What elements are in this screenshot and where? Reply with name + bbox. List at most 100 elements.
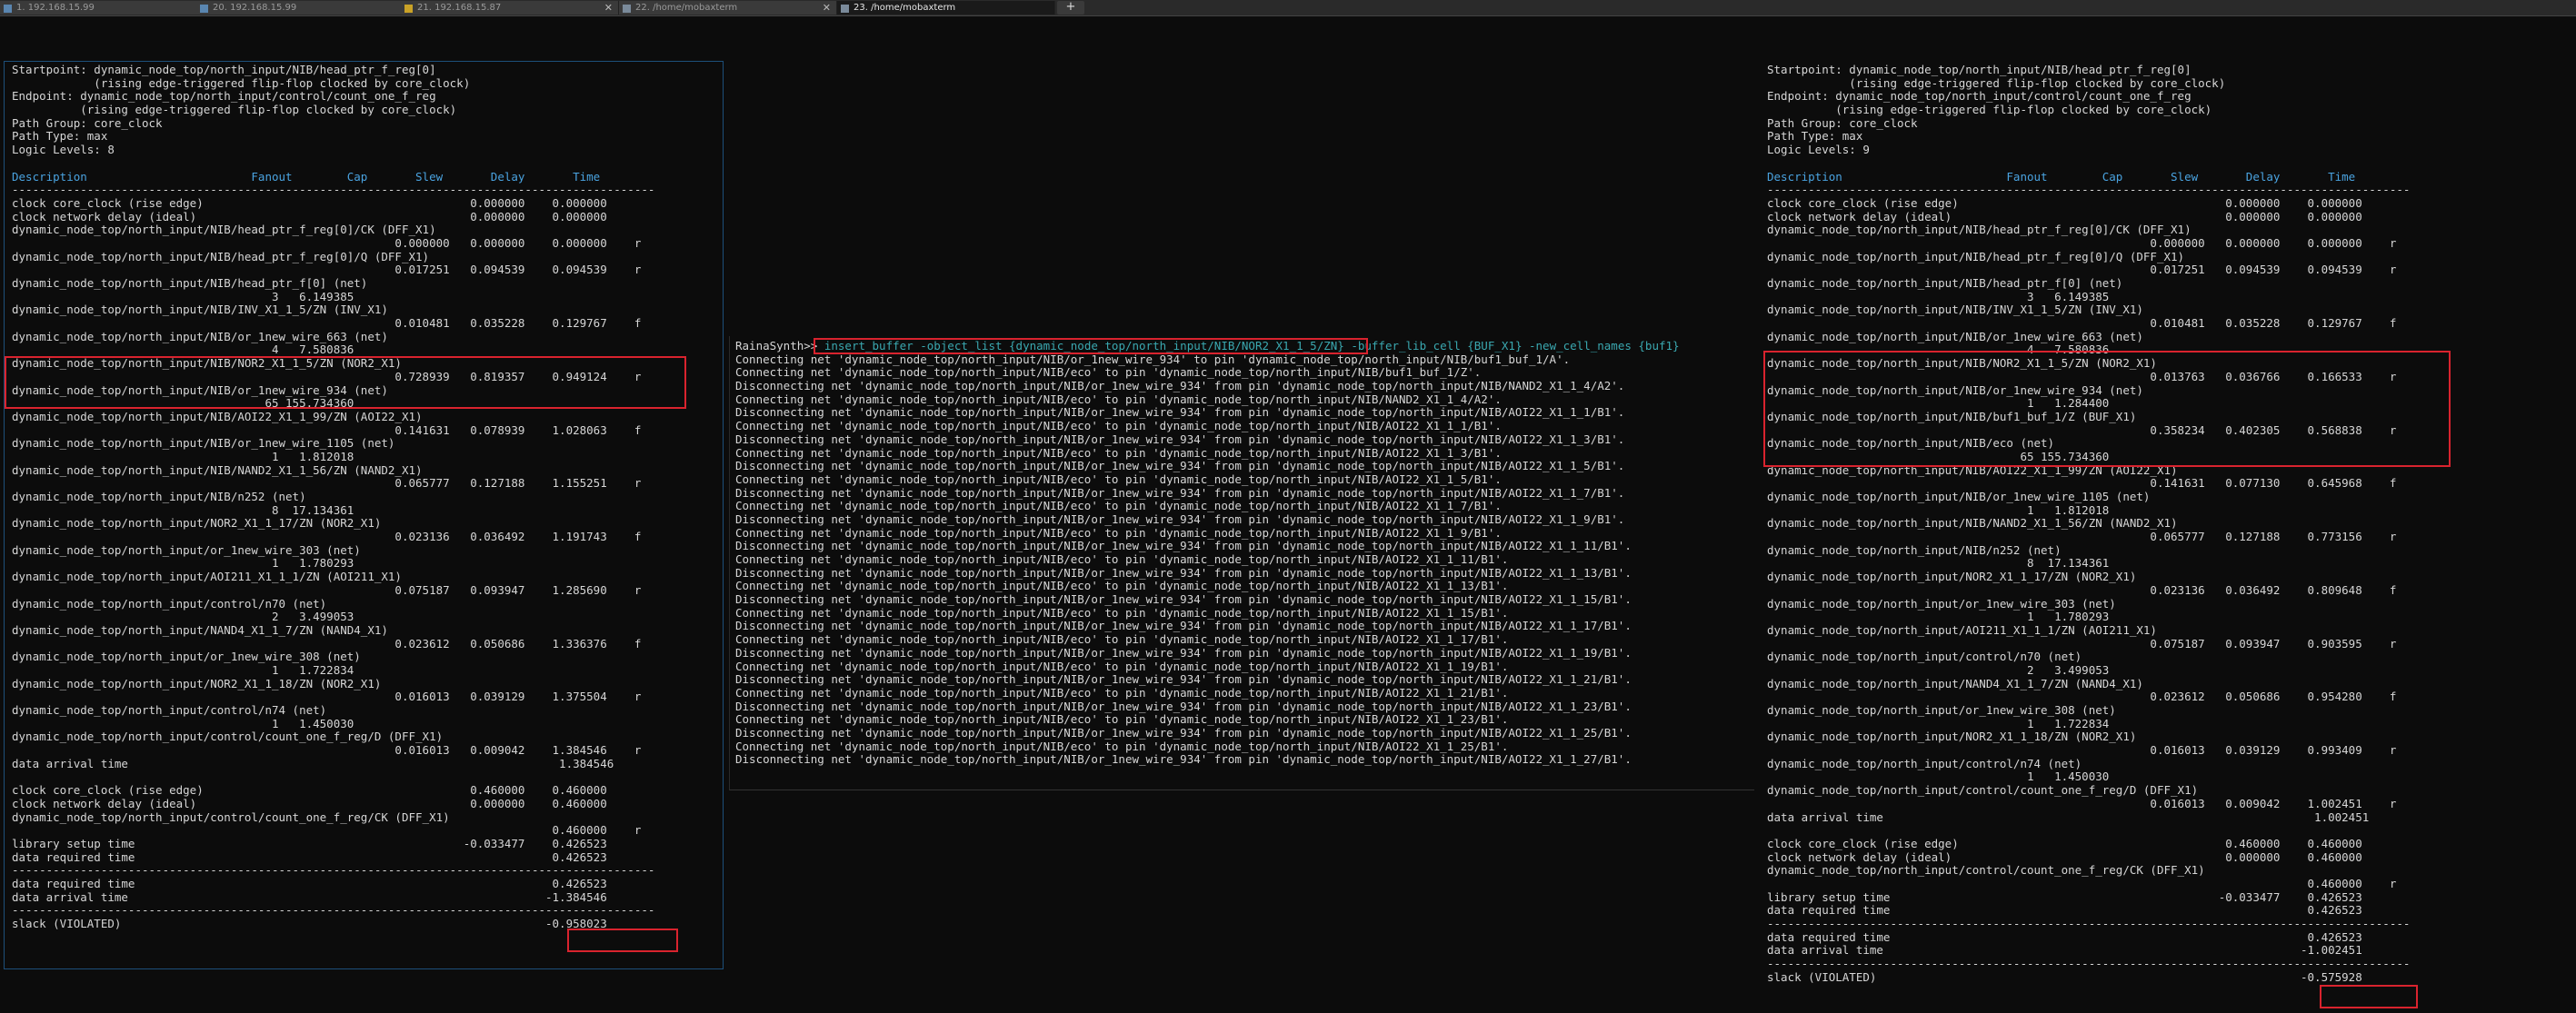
report-line: dynamic_node_top/north_input/NIB/or_1new… xyxy=(12,329,388,343)
console-line: Connecting net 'dynamic_node_top/north_i… xyxy=(735,472,1502,486)
report-line: 0.000000 0.000000 0.000000 r xyxy=(1767,235,2397,250)
report-line: dynamic_node_top/north_input/NAND4_X1_1_… xyxy=(12,622,388,637)
console-line: Connecting net 'dynamic_node_top/north_i… xyxy=(735,499,1502,513)
report-line: dynamic_node_top/north_input/NIB/INV_X1_… xyxy=(1767,303,2143,317)
report-line xyxy=(12,770,723,784)
report-line: ----------------------------------------… xyxy=(12,863,655,878)
report-line: 0.023612 0.050686 0.954280 f xyxy=(1767,690,2397,704)
report-line: 0.065777 0.127188 0.773156 r xyxy=(1767,530,2397,544)
report-line: data required time 0.426523 xyxy=(12,876,607,890)
highlight-command xyxy=(814,338,1368,354)
terminal-icon xyxy=(4,4,12,13)
report-line: 1 1.722834 xyxy=(12,662,354,677)
report-line: Description Fanout Cap Slew Delay Time xyxy=(12,169,601,184)
console-line: Disconnecting net 'dynamic_node_top/nort… xyxy=(735,752,1632,767)
report-line: 3 6.149385 xyxy=(12,289,354,303)
report-line: dynamic_node_top/north_input/NIB/n252 (n… xyxy=(12,490,306,503)
console-line: Connecting net 'dynamic_node_top/north_i… xyxy=(735,352,1571,366)
console-line: Disconnecting net 'dynamic_node_top/nort… xyxy=(735,645,1632,660)
close-icon[interactable]: ✕ xyxy=(823,1,831,15)
report-line: 1 1.812018 xyxy=(1767,502,2110,517)
report-line: clock core_clock (rise edge) 0.460000 0.… xyxy=(12,783,607,798)
console-line: Disconnecting net 'dynamic_node_top/nort… xyxy=(735,405,1625,420)
report-line: dynamic_node_top/north_input/control/n70… xyxy=(1767,650,2082,664)
timing-report-before[interactable]: Startpoint: dynamic_node_top/north_input… xyxy=(4,61,724,969)
tab-21[interactable]: 21. 192.168.15.87 ✕ xyxy=(401,1,619,15)
report-line: dynamic_node_top/north_input/NIB/NAND2_X… xyxy=(1767,516,2178,531)
report-line: 1 1.450030 xyxy=(1767,770,2110,784)
tab-label: 21. 192.168.15.87 xyxy=(417,3,502,13)
report-line: dynamic_node_top/north_input/control/cou… xyxy=(12,809,450,824)
report-line: 8 17.134361 xyxy=(1767,556,2110,571)
synthesis-console[interactable]: RainaSynth>> insert_buffer -object_list … xyxy=(729,336,1754,790)
report-line: 8 17.134361 xyxy=(12,502,354,517)
report-line: data required time 0.426523 xyxy=(1767,903,2362,918)
report-line: 0.016013 0.009042 1.002451 r xyxy=(1767,796,2397,810)
report-line: 0.000000 0.000000 0.000000 r xyxy=(12,235,642,250)
console-line: Disconnecting net 'dynamic_node_top/nort… xyxy=(735,619,1632,633)
report-line: 2 3.499053 xyxy=(12,610,354,624)
report-line: dynamic_node_top/north_input/control/n74… xyxy=(12,703,327,717)
report-line: dynamic_node_top/north_input/NOR2_X1_1_1… xyxy=(1767,730,2137,744)
report-line: dynamic_node_top/north_input/NIB/or_1new… xyxy=(1767,490,2151,503)
report-line: Endpoint: dynamic_node_top/north_input/c… xyxy=(1767,89,2192,104)
console-line: Connecting net 'dynamic_node_top/north_i… xyxy=(735,525,1502,540)
report-lines: Startpoint: dynamic_node_top/north_input… xyxy=(1767,63,2569,984)
tab-20[interactable]: 20. 192.168.15.99 ✕ xyxy=(196,1,414,15)
report-line: clock core_clock (rise edge) 0.000000 0.… xyxy=(12,195,607,210)
report-line: dynamic_node_top/north_input/or_1new_wir… xyxy=(12,542,361,557)
report-line: ----------------------------------------… xyxy=(1767,917,2411,930)
report-line: 0.017251 0.094539 0.094539 r xyxy=(1767,263,2397,277)
report-line: 0.010481 0.035228 0.129767 f xyxy=(1767,316,2397,331)
report-line: dynamic_node_top/north_input/NAND4_X1_1_… xyxy=(1767,676,2143,690)
console-line: Disconnecting net 'dynamic_node_top/nort… xyxy=(735,379,1625,393)
report-line: clock network delay (ideal) 0.000000 0.4… xyxy=(1767,849,2362,864)
tab-23[interactable]: 23. /home/mobaxterm xyxy=(837,1,1055,15)
report-line: dynamic_node_top/north_input/NIB/head_pt… xyxy=(1767,223,2192,237)
close-icon[interactable]: ✕ xyxy=(604,1,613,15)
highlight-slack xyxy=(2320,985,2418,1008)
report-line: Path Group: core_clock xyxy=(1767,115,1918,130)
report-line: dynamic_node_top/north_input/NIB/INV_X1_… xyxy=(12,303,388,317)
report-line: (rising edge-triggered flip-flop clocked… xyxy=(1767,75,2226,90)
report-line: data arrival time -1.002451 xyxy=(1767,943,2362,958)
report-line: 1 1.722834 xyxy=(1767,716,2110,730)
report-lines: Startpoint: dynamic_node_top/north_input… xyxy=(12,63,723,931)
report-line: 0.016013 0.039129 1.375504 r xyxy=(12,690,642,704)
report-line: 0.141631 0.077130 0.645968 f xyxy=(1767,476,2397,491)
report-line: dynamic_node_top/north_input/NIB/head_pt… xyxy=(12,249,430,263)
console-line: Disconnecting net 'dynamic_node_top/nort… xyxy=(735,672,1632,687)
report-line: dynamic_node_top/north_input/control/cou… xyxy=(1767,783,2199,798)
console-line: Disconnecting net 'dynamic_node_top/nort… xyxy=(735,699,1632,713)
report-line: dynamic_node_top/north_input/NIB/or_1new… xyxy=(12,436,395,451)
report-line: clock core_clock (rise edge) 0.460000 0.… xyxy=(1767,836,2362,850)
new-tab-button[interactable]: + xyxy=(1057,1,1084,15)
report-line: dynamic_node_top/north_input/NOR2_X1_1_1… xyxy=(12,516,382,531)
report-line: slack (VIOLATED) -0.575928 xyxy=(1767,969,2362,984)
report-line: data arrival time -1.384546 xyxy=(12,889,607,904)
report-line: dynamic_node_top/north_input/control/n70… xyxy=(12,596,327,611)
report-line: ----------------------------------------… xyxy=(1767,183,2411,197)
report-line: data required time 0.426523 xyxy=(1767,929,2362,944)
tab-22[interactable]: 22. /home/mobaxterm ✕ xyxy=(619,1,837,15)
console-line: Connecting net 'dynamic_node_top/north_i… xyxy=(735,605,1509,620)
report-line: Startpoint: dynamic_node_top/north_input… xyxy=(1767,63,2192,76)
terminal-icon xyxy=(404,4,413,13)
report-line: Startpoint: dynamic_node_top/north_input… xyxy=(12,63,436,76)
report-line: dynamic_node_top/north_input/NOR2_X1_1_1… xyxy=(1767,570,2137,584)
report-line: Endpoint: dynamic_node_top/north_input/c… xyxy=(12,89,436,104)
console-line: Disconnecting net 'dynamic_node_top/nort… xyxy=(735,432,1625,446)
report-line: dynamic_node_top/north_input/NIB/or_1new… xyxy=(1767,329,2143,343)
report-line: dynamic_node_top/north_input/control/n74… xyxy=(1767,756,2082,770)
console-line: Connecting net 'dynamic_node_top/north_i… xyxy=(735,659,1509,673)
console-line: Disconnecting net 'dynamic_node_top/nort… xyxy=(735,459,1625,473)
report-line: library setup time -0.033477 0.426523 xyxy=(1767,889,2362,904)
report-line: 0.010481 0.035228 0.129767 f xyxy=(12,316,642,331)
console-prompt: RainaSynth>> xyxy=(735,339,824,353)
timing-report-after[interactable]: Startpoint: dynamic_node_top/north_input… xyxy=(1763,62,2569,1013)
report-line: 0.023136 0.036492 1.191743 f xyxy=(12,530,642,544)
report-line: 0.075187 0.093947 1.285690 r xyxy=(12,582,642,597)
console-line: Disconnecting net 'dynamic_node_top/nort… xyxy=(735,485,1625,500)
tab-1[interactable]: 1. 192.168.15.99 ✕ xyxy=(0,1,218,15)
report-line: 0.016013 0.009042 1.384546 r xyxy=(12,743,642,758)
